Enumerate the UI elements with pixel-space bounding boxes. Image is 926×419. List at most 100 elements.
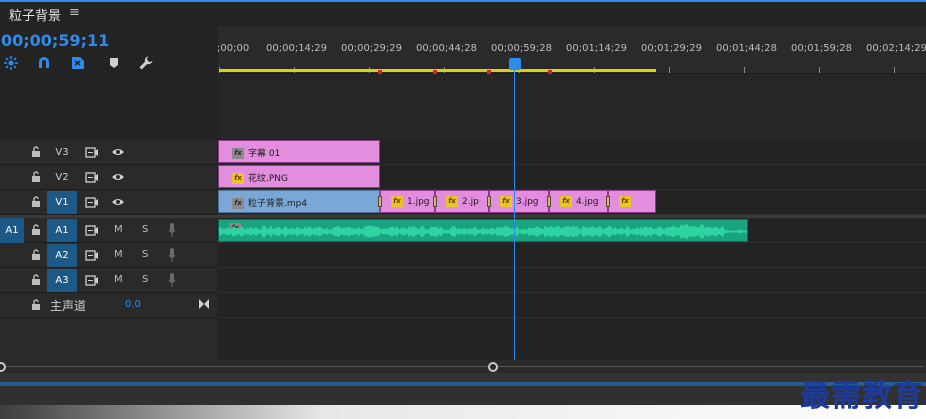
lock-icon[interactable] (31, 249, 41, 260)
add-marker-icon[interactable] (70, 55, 86, 71)
ruler-tick-label: 00;00;29;29 (341, 43, 403, 54)
clip-label: 1.jpg (407, 197, 430, 207)
clip-label: 粒子背景.mp4 (248, 199, 308, 209)
clip-title-01[interactable]: fx 字幕 01 (218, 140, 380, 163)
panel-tab-bar (0, 0, 926, 26)
lock-icon[interactable] (31, 274, 41, 285)
track-header-a2: A2 M S (0, 243, 217, 268)
linked-selection-icon[interactable] (36, 55, 52, 71)
transition-marker[interactable] (433, 196, 437, 207)
lower-panel-strip (0, 373, 926, 382)
clip-image-3[interactable]: fx 3.jpg (489, 190, 549, 213)
eye-icon[interactable] (111, 147, 125, 157)
track-lane-a3[interactable] (218, 268, 926, 293)
sync-lock-icon[interactable] (85, 147, 99, 158)
clip-audio-particle-bg[interactable]: fx (218, 219, 748, 242)
clip-label: 花纹.PNG (248, 174, 288, 184)
master-track-label: 主声道 (50, 299, 87, 313)
microphone-icon[interactable] (168, 248, 176, 262)
clip-image-2[interactable]: fx 2.jp (435, 190, 489, 213)
clip-pattern-png[interactable]: fx 花纹.PNG (218, 165, 380, 188)
track-target-a2[interactable]: A2 (47, 244, 77, 267)
ruler-tick-label: ;00;00 (217, 43, 250, 54)
work-area-bar[interactable] (219, 69, 656, 72)
solo-button[interactable]: S (142, 274, 148, 285)
track-header-a1: A1 A1 M S (0, 218, 217, 243)
ruler-tick-label: 00;00;59;28 (491, 43, 553, 54)
empty-video-space (218, 74, 926, 138)
sync-lock-icon[interactable] (85, 225, 99, 236)
wrench-icon[interactable] (138, 55, 154, 71)
snap-icon[interactable] (3, 55, 19, 71)
sync-lock-icon[interactable] (85, 250, 99, 261)
lock-icon[interactable] (31, 196, 41, 207)
audio-waveform (219, 223, 747, 240)
track-header-v3: V3 (0, 140, 217, 165)
track-header-v2: V2 (0, 165, 217, 190)
sync-lock-icon[interactable] (85, 172, 99, 183)
ruler-tick-label: 00;01;59;28 (791, 43, 853, 54)
clip-image-1[interactable]: fx 1.jpg (380, 190, 435, 213)
track-target-v3[interactable]: V3 (47, 141, 77, 164)
solo-button[interactable]: S (142, 224, 148, 235)
mute-button[interactable]: M (114, 274, 123, 285)
eye-icon[interactable] (111, 197, 125, 207)
track-target-a3[interactable]: A3 (47, 269, 77, 292)
mute-button[interactable]: M (114, 224, 123, 235)
playhead-handle[interactable] (509, 58, 521, 70)
track-target-a1[interactable]: A1 (47, 219, 77, 242)
transition-marker[interactable] (606, 196, 610, 207)
fx-badge: fx (391, 196, 403, 207)
fx-badge: fx (232, 148, 244, 159)
playhead-line[interactable] (514, 70, 515, 360)
clip-label: 3.jpg (516, 197, 539, 207)
clip-image-5[interactable]: fx (608, 190, 656, 213)
lock-icon[interactable] (31, 171, 41, 182)
sequence-tab-title[interactable]: 粒子背景 (9, 5, 61, 24)
ruler-tick-label: 00;01;29;29 (641, 43, 703, 54)
go-to-edges-icon[interactable] (198, 298, 210, 310)
source-patch-a1[interactable]: A1 (0, 218, 24, 243)
ruler-tick-label: 00;02;14;29 (866, 43, 926, 54)
lower-panel-shade (0, 405, 926, 419)
mute-button[interactable]: M (114, 249, 123, 260)
track-lane-a2[interactable] (218, 243, 926, 268)
scrollbar-track (2, 366, 924, 367)
fx-badge: fx (560, 196, 572, 207)
track-target-v1[interactable]: V1 (47, 191, 77, 214)
panel-menu-icon[interactable]: ≡ (69, 5, 80, 20)
track-header-empty (0, 318, 217, 360)
lock-icon[interactable] (31, 299, 41, 310)
transition-marker[interactable] (487, 196, 491, 207)
watermark-logo: 最需教育 (800, 379, 924, 414)
microphone-icon[interactable] (168, 273, 176, 287)
clip-particle-bg-mp4[interactable]: fx 粒子背景.mp4 (218, 190, 380, 213)
fx-badge: fx (500, 196, 512, 207)
fx-badge: fx (232, 198, 244, 209)
track-header-master: 主声道 0.0 (0, 293, 217, 318)
eye-icon[interactable] (111, 172, 125, 182)
solo-button[interactable]: S (142, 249, 148, 260)
time-ruler[interactable]: ;00;00 00;00;14;29 00;00;29;29 00;00;44;… (217, 26, 926, 74)
sync-lock-icon[interactable] (85, 197, 99, 208)
scrollbar-right-handle[interactable] (488, 362, 498, 372)
track-lane-master[interactable] (218, 293, 926, 318)
clip-label: 4.jpg (576, 197, 599, 207)
transition-marker[interactable] (547, 196, 551, 207)
fx-badge: fx (446, 196, 458, 207)
clip-label: 字幕 01 (248, 149, 281, 159)
marker-icon[interactable] (106, 55, 122, 71)
transition-marker[interactable] (378, 196, 382, 207)
microphone-icon[interactable] (168, 223, 176, 237)
sync-lock-icon[interactable] (85, 275, 99, 286)
lock-icon[interactable] (31, 146, 41, 157)
lock-icon[interactable] (31, 224, 41, 235)
track-target-v2[interactable]: V2 (47, 166, 77, 189)
ruler-tick-label: 00;01;14;29 (566, 43, 628, 54)
track-header-v1: V1 (0, 190, 217, 215)
clip-image-4[interactable]: fx 4.jpg (549, 190, 608, 213)
ruler-tick-label: 00;00;44;28 (416, 43, 478, 54)
fx-badge: fx (619, 196, 631, 207)
master-volume-value[interactable]: 0.0 (125, 299, 141, 310)
playhead-timecode[interactable]: 00;00;59;11 (1, 31, 109, 50)
